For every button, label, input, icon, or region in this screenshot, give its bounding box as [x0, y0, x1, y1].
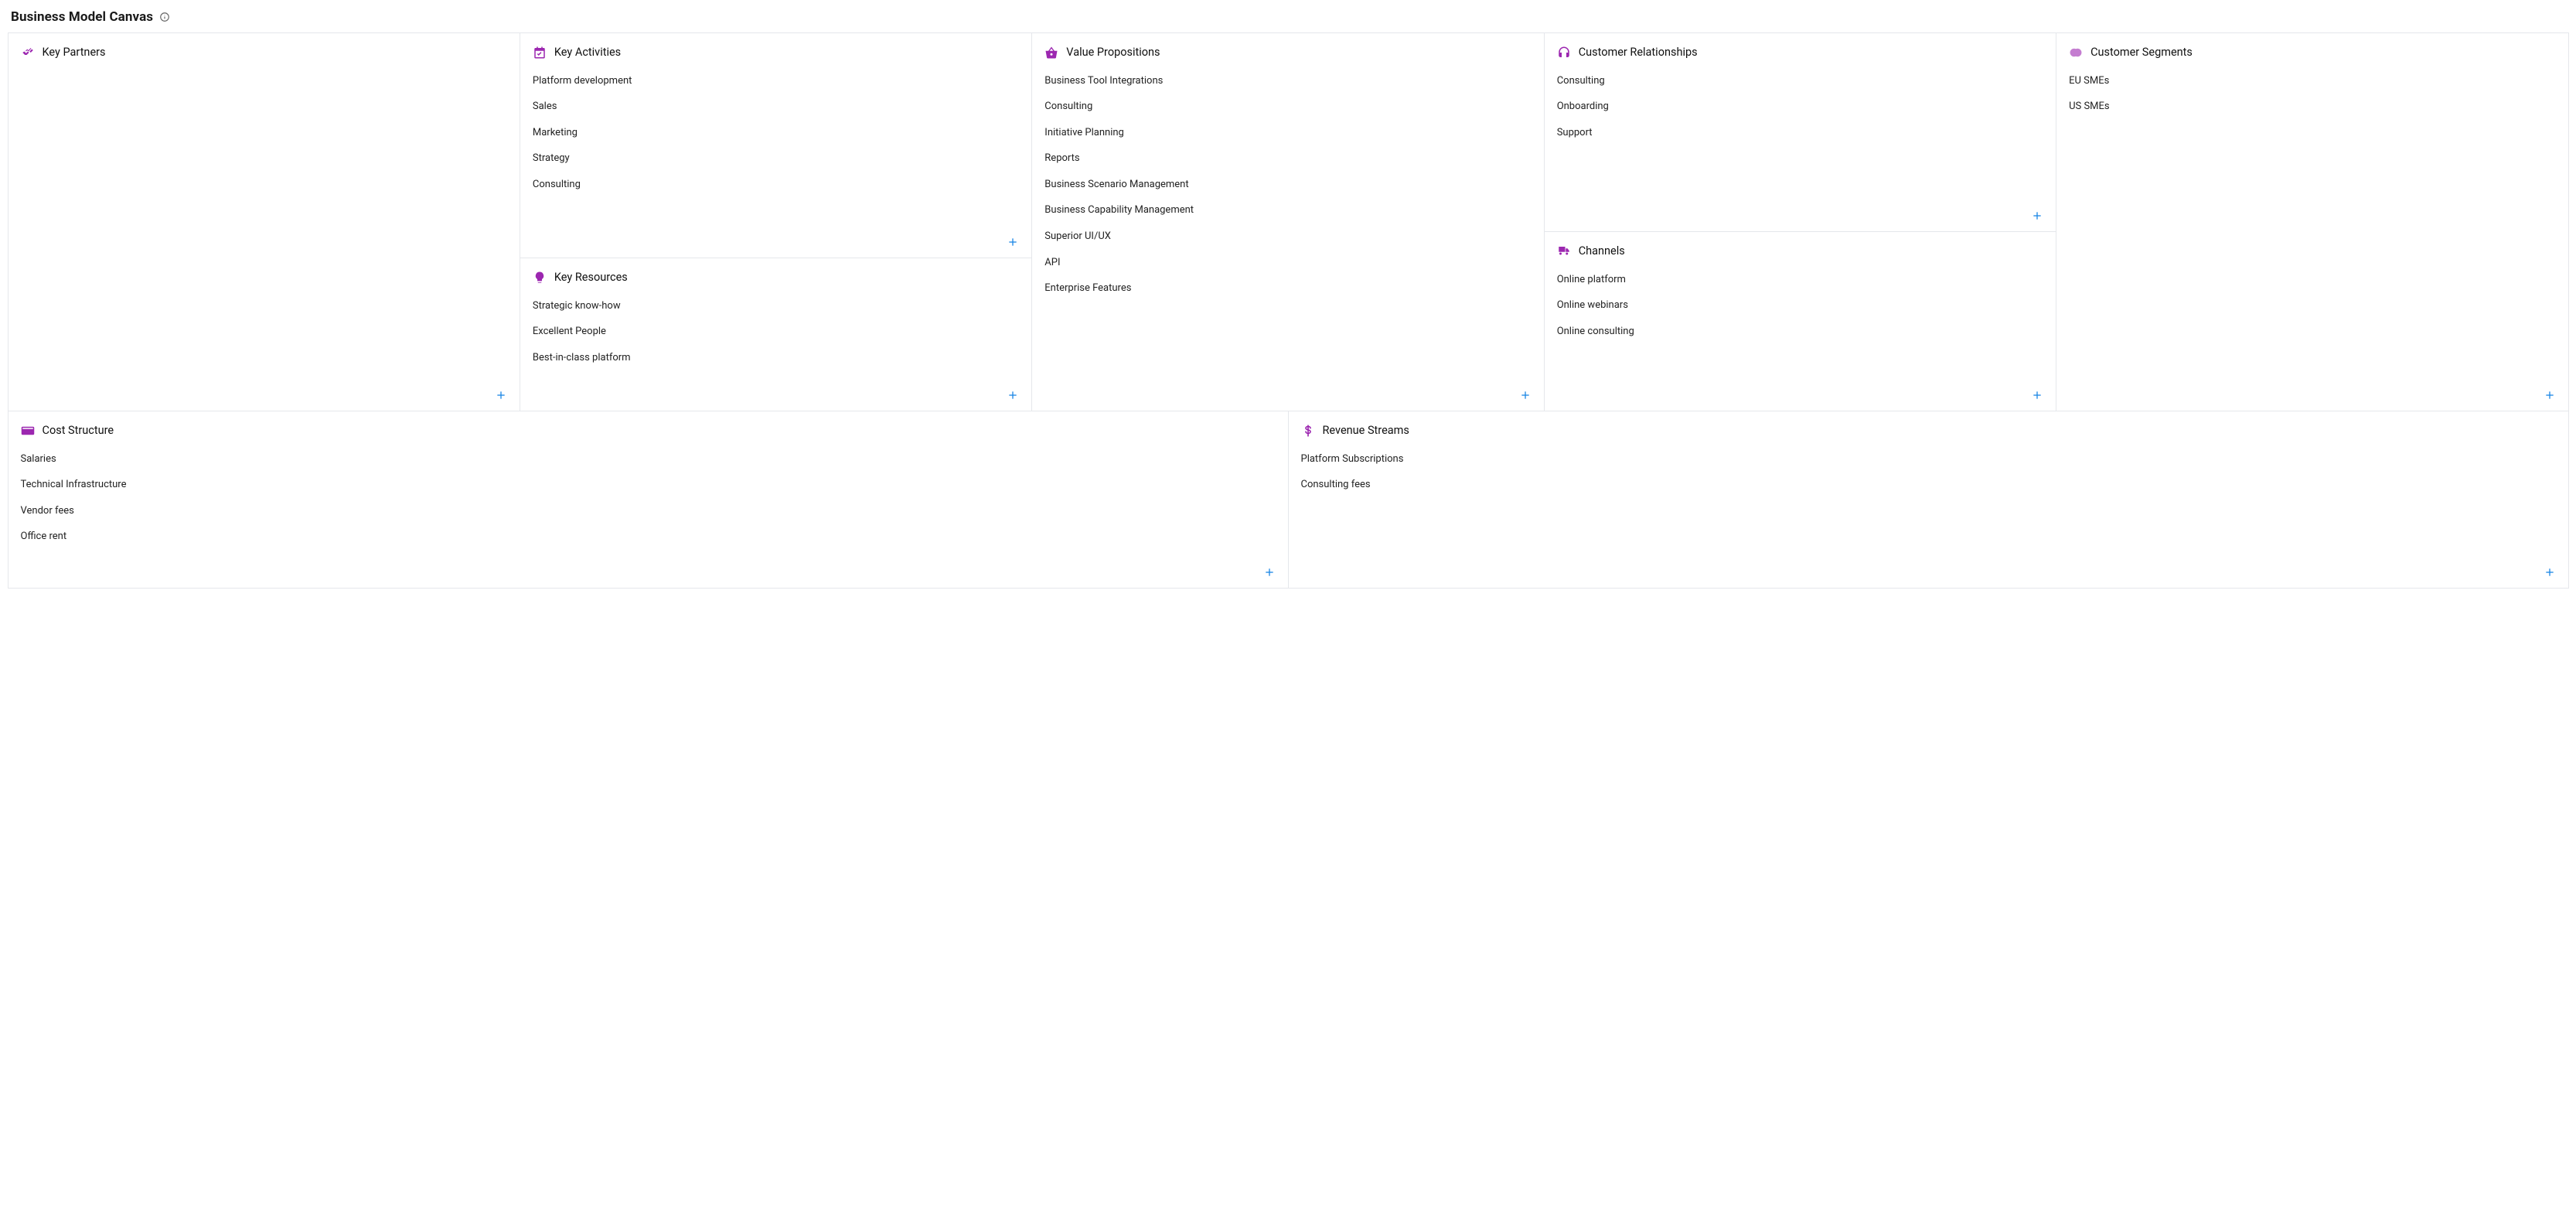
section-header: Value Propositions	[1044, 46, 1531, 60]
section-channels: Channels Online platformOnline webinarsO…	[1544, 231, 2056, 411]
section-title: Revenue Streams	[1323, 424, 1409, 437]
section-title: Key Partners	[43, 46, 106, 59]
section-key-resources: Key Resources Strategic know-how Excellen…	[520, 258, 1032, 411]
list-item[interactable]: Business Tool Integrations	[1044, 75, 1531, 87]
section-header: Cost Structure	[21, 424, 1276, 438]
section-items: Strategic know-how Excellent People Best-i…	[533, 300, 1019, 364]
list-item[interactable]: Support	[1557, 127, 2043, 139]
section-customer-relationships: Customer Relationships Consulting Onboard…	[1544, 32, 2056, 232]
dollar-icon	[1301, 424, 1315, 438]
section-title: Customer Relationships	[1579, 46, 1698, 59]
column-activities-resources: Key Activities Platform development Sales…	[520, 32, 1031, 411]
canvas-bottom-grid: Cost Structure Salaries Technical Infrast…	[8, 411, 2568, 588]
list-item[interactable]: Reports	[1044, 152, 1531, 165]
list-item[interactable]: Online platform	[1557, 274, 2043, 286]
add-button[interactable]	[1002, 384, 1024, 406]
page-header: Business Model Canvas	[8, 9, 2568, 25]
section-customer-segments: Customer Segments EU SMEs US SMEs	[2056, 32, 2568, 411]
add-button[interactable]	[2026, 205, 2048, 227]
list-item[interactable]: Consulting	[533, 179, 1019, 191]
section-title: Key Resources	[554, 271, 628, 284]
section-items: Online platform Online webinars Online con…	[1557, 274, 2043, 338]
list-item[interactable]: EU SMEs	[2069, 75, 2555, 87]
add-button[interactable]	[2539, 384, 2561, 406]
section-title: Cost Structure	[43, 424, 114, 437]
list-item[interactable]: Technical Infrastructure	[21, 479, 1276, 491]
basket-icon	[1044, 46, 1058, 60]
section-header: Channels	[1557, 244, 2043, 258]
business-model-canvas: Business Model Canvas Key Partners	[0, 0, 2576, 603]
section-title: Customer Segments	[2090, 46, 2193, 59]
column-relationships-channels: Customer Relationships Consulting Onboard…	[1544, 32, 2056, 411]
list-item[interactable]: Strategy	[533, 152, 1019, 165]
section-key-activities: Key Activities Platform development Sales…	[520, 32, 1032, 258]
section-title: Key Activities	[554, 46, 621, 59]
calendar-check-icon	[533, 46, 547, 60]
info-icon[interactable]	[159, 12, 170, 22]
section-value-propositions: Value Propositions Business Tool Integra…	[1031, 32, 1544, 411]
list-item[interactable]: Salaries	[21, 453, 1276, 466]
headset-icon	[1557, 46, 1571, 60]
handshake-icon	[21, 46, 35, 60]
list-item[interactable]: Onboarding	[1557, 101, 2043, 113]
venn-icon	[2069, 46, 2083, 60]
section-header: Revenue Streams	[1301, 424, 2556, 438]
section-header: Key Activities	[533, 46, 1019, 60]
add-button[interactable]	[490, 384, 512, 406]
list-item[interactable]: Vendor fees	[21, 505, 1276, 517]
add-button[interactable]	[1002, 231, 1024, 253]
section-header: Customer Segments	[2069, 46, 2555, 60]
list-item[interactable]: Online consulting	[1557, 326, 2043, 338]
section-items: Consulting Onboarding Support	[1557, 75, 2043, 139]
section-items: Salaries Technical Infrastructure Vendor f…	[21, 453, 1276, 543]
list-item[interactable]: Online webinars	[1557, 299, 2043, 312]
list-item[interactable]: Office rent	[21, 531, 1276, 543]
list-item[interactable]: Excellent People	[533, 326, 1019, 338]
page-title: Business Model Canvas	[11, 9, 153, 25]
add-button[interactable]	[2539, 561, 2561, 583]
section-items: Platform Subscriptions Consulting fees	[1301, 453, 2556, 491]
section-cost-structure: Cost Structure Salaries Technical Infrast…	[8, 411, 1289, 589]
section-key-partners: Key Partners	[8, 32, 520, 411]
section-revenue-streams: Revenue Streams Platform Subscriptions Co…	[1288, 411, 2569, 589]
list-item[interactable]: Platform Subscriptions	[1301, 453, 2556, 466]
list-item[interactable]: Strategic know-how	[533, 300, 1019, 312]
section-header: Customer Relationships	[1557, 46, 2043, 60]
list-item[interactable]: Best-in-class platform	[533, 352, 1019, 364]
list-item[interactable]: Consulting fees	[1301, 479, 2556, 491]
list-item[interactable]: Business Scenario Management	[1044, 179, 1531, 191]
list-item[interactable]: Initiative Planning	[1044, 127, 1531, 139]
list-item[interactable]: Consulting	[1557, 75, 2043, 87]
section-items: Business Tool Integrations Consulting Init…	[1044, 75, 1531, 295]
list-item[interactable]: Enterprise Features	[1044, 282, 1531, 295]
section-header: Key Partners	[21, 46, 507, 60]
section-items: EU SMEs US SMEs	[2069, 75, 2555, 113]
add-button[interactable]	[1515, 384, 1536, 406]
credit-card-icon	[21, 424, 35, 438]
add-button[interactable]	[1259, 561, 1280, 583]
list-item[interactable]: Business Capability Management	[1044, 204, 1531, 217]
list-item[interactable]: API	[1044, 257, 1531, 269]
list-item[interactable]: Platform development	[533, 75, 1019, 87]
section-items: Platform development Sales Marketing Strate…	[533, 75, 1019, 191]
add-button[interactable]	[2026, 384, 2048, 406]
canvas-top-grid: Key Partners Key Activities Platform dev…	[8, 32, 2568, 411]
section-title: Value Propositions	[1066, 46, 1160, 59]
section-header: Key Resources	[533, 271, 1019, 285]
list-item[interactable]: Superior UI/UX	[1044, 230, 1531, 243]
truck-icon	[1557, 244, 1571, 258]
lightbulb-icon	[533, 271, 547, 285]
section-title: Channels	[1579, 244, 1625, 258]
list-item[interactable]: Consulting	[1044, 101, 1531, 113]
list-item[interactable]: US SMEs	[2069, 101, 2555, 113]
list-item[interactable]: Sales	[533, 101, 1019, 113]
list-item[interactable]: Marketing	[533, 127, 1019, 139]
